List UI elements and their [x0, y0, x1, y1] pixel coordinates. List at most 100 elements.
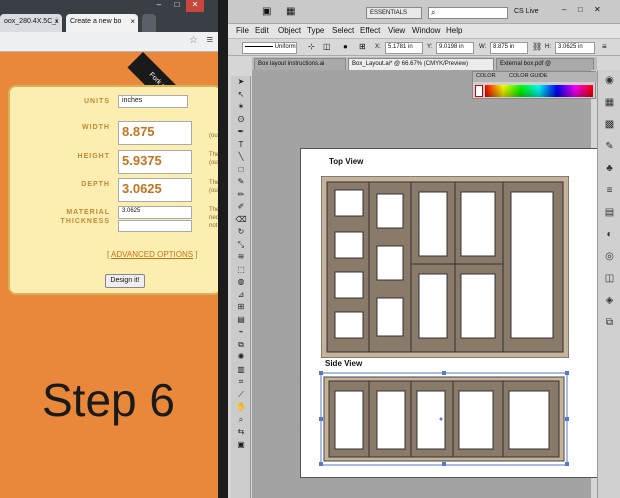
- depth-input[interactable]: 3.0625: [118, 178, 192, 202]
- paintbrush-tool-icon[interactable]: ✎: [231, 176, 251, 189]
- recolor-icon[interactable]: ●: [343, 42, 348, 51]
- minimize-icon[interactable]: –: [562, 5, 566, 14]
- menu-object[interactable]: Object: [278, 26, 301, 35]
- fill-stroke-icon[interactable]: ▣: [231, 439, 251, 452]
- thickness-input-2[interactable]: [118, 220, 192, 232]
- appearance-icon[interactable]: ◎: [598, 246, 620, 268]
- shape-builder-tool-icon[interactable]: ◍: [231, 276, 251, 289]
- free-transform-tool-icon[interactable]: ⬚: [231, 264, 251, 277]
- mesh-tool-icon[interactable]: ⊞: [231, 301, 251, 314]
- advanced-options-link[interactable]: ADVANCED OPTIONS: [111, 250, 193, 259]
- menu-icon[interactable]: ≡: [207, 34, 213, 46]
- reference-point-icon[interactable]: ⊞: [359, 42, 366, 51]
- transform-icon[interactable]: ◫: [323, 42, 331, 51]
- thickness-input[interactable]: 3.0625: [118, 206, 192, 219]
- type-tool-icon[interactable]: T: [231, 139, 251, 152]
- line-tool-icon[interactable]: ╲: [231, 151, 251, 164]
- doc-tab-1[interactable]: Box layout instructions.ai: [254, 58, 346, 70]
- eyedropper-tool-icon[interactable]: ⌁: [231, 326, 251, 339]
- tab-color[interactable]: COLOR: [476, 73, 496, 79]
- cs-live[interactable]: CS Live: [514, 8, 539, 15]
- design-it-button[interactable]: Design it!: [105, 274, 145, 288]
- swatches-icon[interactable]: ▩: [598, 114, 620, 136]
- h-field[interactable]: 3.0625 in: [555, 42, 595, 54]
- top-view-layout[interactable]: [321, 176, 569, 358]
- panel-menu-icon[interactable]: ≡: [602, 42, 607, 51]
- width-input[interactable]: 8.875: [118, 121, 192, 145]
- menu-effect[interactable]: Effect: [360, 26, 380, 35]
- menu-view[interactable]: View: [388, 26, 405, 35]
- color-guide-icon[interactable]: ▦: [598, 92, 620, 114]
- star-icon[interactable]: ☆: [189, 35, 198, 46]
- doc-tab-2[interactable]: Box_Layout.ai* @ 66.67% (CMYK/Preview): [348, 58, 494, 70]
- swap-colors-icon[interactable]: ⇆: [231, 426, 251, 439]
- browser-tab-2[interactable]: Create a new bo ×: [66, 14, 138, 32]
- menu-edit[interactable]: Edit: [255, 26, 269, 35]
- hand-tool-icon[interactable]: ✋: [231, 401, 251, 414]
- pen-tool-icon[interactable]: ✒: [231, 126, 251, 139]
- address-bar[interactable]: ☆ ≡: [0, 32, 218, 52]
- height-input[interactable]: 5.9375: [118, 150, 192, 174]
- close-icon[interactable]: ×: [54, 17, 59, 26]
- side-view-layout[interactable]: [319, 371, 571, 467]
- symbol-sprayer-tool-icon[interactable]: ✺: [231, 351, 251, 364]
- warp-tool-icon[interactable]: ≋: [231, 251, 251, 264]
- menu-type[interactable]: Type: [307, 26, 324, 35]
- gradient-icon[interactable]: ▤: [598, 202, 620, 224]
- rectangle-tool-icon[interactable]: □: [231, 164, 251, 177]
- close-icon[interactable]: ✕: [594, 5, 601, 14]
- color-panel-icon[interactable]: ◉: [598, 70, 620, 92]
- close-icon[interactable]: ×: [130, 17, 135, 26]
- menu-select[interactable]: Select: [332, 26, 354, 35]
- symbols-icon[interactable]: ♣: [598, 158, 620, 180]
- blend-tool-icon[interactable]: ⧉: [231, 339, 251, 352]
- menu-file[interactable]: File: [236, 26, 249, 35]
- y-field[interactable]: 9.0198 in: [436, 42, 474, 54]
- scale-tool-icon[interactable]: ⤡: [231, 239, 251, 252]
- pencil-tool-icon[interactable]: ✏: [231, 189, 251, 202]
- x-field[interactable]: 5.1781 in: [385, 42, 423, 54]
- layers-icon[interactable]: ◈: [598, 290, 620, 312]
- menu-help[interactable]: Help: [446, 26, 462, 35]
- eraser-tool-icon[interactable]: ⌫: [231, 214, 251, 227]
- workspace-switcher[interactable]: ESSENTIALS: [366, 7, 422, 19]
- selection-tool-icon[interactable]: ➤: [231, 76, 251, 89]
- color-spectrum[interactable]: [485, 85, 593, 97]
- link-icon[interactable]: ⛓: [532, 42, 542, 51]
- maximize-icon[interactable]: □: [578, 5, 583, 14]
- doc-tab-3[interactable]: External box.pdf @: [496, 58, 594, 70]
- graphic-styles-icon[interactable]: ◫: [598, 268, 620, 290]
- transparency-icon[interactable]: ◐: [598, 224, 620, 246]
- blob-brush-tool-icon[interactable]: ✐: [231, 201, 251, 214]
- new-tab-button[interactable]: [142, 14, 156, 32]
- zoom-tool-icon[interactable]: ⌕: [231, 414, 251, 427]
- bridge-icon[interactable]: ▣: [262, 6, 271, 17]
- units-select[interactable]: inches: [118, 95, 188, 108]
- browser-tab-1[interactable]: oox_280.4X.5C_i ×: [0, 14, 62, 32]
- gradient-tool-icon[interactable]: ▤: [231, 314, 251, 327]
- artboard[interactable]: Top View Side View: [300, 148, 598, 478]
- maximize-icon[interactable]: □: [168, 0, 186, 12]
- slice-tool-icon[interactable]: ⟋: [231, 389, 251, 402]
- w-field[interactable]: 8.875 in: [490, 42, 528, 54]
- tab-color-guide[interactable]: COLOR GUIDE: [509, 73, 548, 79]
- perspective-grid-tool-icon[interactable]: ⊿: [231, 289, 251, 302]
- align-icon[interactable]: ⊹: [308, 42, 315, 51]
- panel-dock: ◉ ▦ ▩ ✎ ♣ ≡ ▤ ◐ ◎ ◫ ◈ ⧉: [597, 70, 620, 498]
- stroke-icon[interactable]: ≡: [598, 180, 620, 202]
- stroke-profile[interactable]: Uniform: [242, 42, 297, 54]
- arrange-icon[interactable]: ▦: [286, 6, 295, 17]
- brushes-icon[interactable]: ✎: [598, 136, 620, 158]
- rotate-tool-icon[interactable]: ↻: [231, 226, 251, 239]
- close-icon[interactable]: ✕: [186, 0, 204, 12]
- artboard-tool-icon[interactable]: ⌗: [231, 376, 251, 389]
- search-input[interactable]: ⌕: [428, 7, 508, 19]
- none-swatch[interactable]: [475, 85, 483, 97]
- magic-wand-tool-icon[interactable]: ✶: [231, 101, 251, 114]
- column-graph-tool-icon[interactable]: ▥: [231, 364, 251, 377]
- artboards-icon[interactable]: ⧉: [598, 312, 620, 334]
- menu-window[interactable]: Window: [412, 26, 440, 35]
- minimize-icon[interactable]: –: [150, 0, 168, 12]
- direct-selection-tool-icon[interactable]: ↖: [231, 89, 251, 102]
- lasso-tool-icon[interactable]: ʘ: [231, 114, 251, 127]
